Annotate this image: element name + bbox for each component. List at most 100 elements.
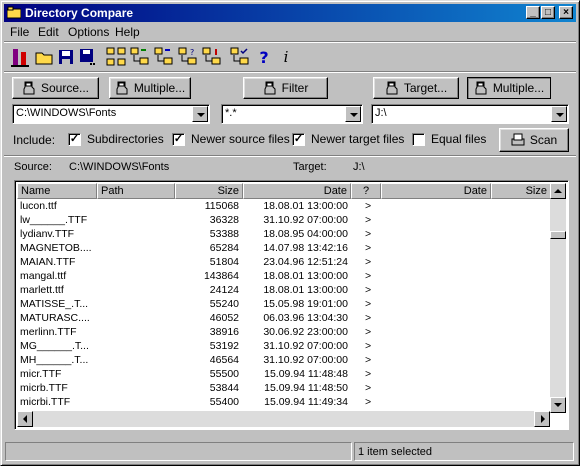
subdirectories-label: Subdirectories xyxy=(87,132,164,146)
tree-check-button[interactable] xyxy=(229,45,251,69)
save-button[interactable] xyxy=(55,45,77,69)
chevron-down-icon[interactable] xyxy=(192,106,208,122)
save-all-button[interactable] xyxy=(77,45,99,69)
source-button[interactable]: Source... xyxy=(12,77,99,99)
cell-name: marlett.ttf xyxy=(20,284,64,296)
table-row[interactable]: micrbi.TTF 55400 15.09.94 11:49:34 > xyxy=(17,396,550,409)
table-row[interactable]: merlinn.TTF 38916 30.06.92 23:00:00 > xyxy=(17,326,550,339)
scroll-right-button[interactable] xyxy=(534,411,550,427)
table-row[interactable]: lw______.TTF 36328 31.10.92 07:00:00 > xyxy=(17,214,550,227)
target-path-combo[interactable]: J:\ xyxy=(371,104,569,124)
cell-direction: > xyxy=(365,200,372,212)
tree-down-button[interactable] xyxy=(201,45,223,69)
vertical-scrollbar[interactable] xyxy=(550,183,566,413)
cell-size: 55400 xyxy=(209,396,239,408)
scan-button[interactable]: Scan xyxy=(499,128,569,152)
filter-combo[interactable]: *.* xyxy=(221,104,363,124)
minimize-button[interactable]: _ xyxy=(526,6,540,19)
column-header-path[interactable]: Path xyxy=(97,183,175,199)
column-header-target-size[interactable]: Size xyxy=(491,183,551,199)
cell-size: 46564 xyxy=(209,354,239,366)
menu-separator xyxy=(4,41,576,43)
compare-button[interactable] xyxy=(9,45,31,69)
maximize-button[interactable]: □ xyxy=(541,6,555,19)
table-row[interactable]: MATURASC.... 46052 06.03.96 13:04:30 > xyxy=(17,312,550,325)
cell-name: merlinn.TTF xyxy=(20,326,77,338)
tree-unknown-button[interactable]: ? xyxy=(177,45,199,69)
multiple-icon xyxy=(116,81,128,95)
help-button[interactable]: ? xyxy=(253,45,275,69)
arrow-left-icon xyxy=(23,415,27,423)
multiple-icon xyxy=(475,81,487,95)
cell-date: 18.08.01 13:00:00 xyxy=(263,284,348,296)
tree-left-button[interactable] xyxy=(129,45,151,69)
table-row[interactable]: MG______.T... 53192 31.10.92 07:00:00 > xyxy=(17,340,550,353)
table-row[interactable]: marlett.ttf 24124 18.08.01 13:00:00 > xyxy=(17,284,550,297)
menu-options[interactable]: Options xyxy=(68,25,109,39)
scroll-thumb[interactable] xyxy=(550,231,566,239)
open-button[interactable] xyxy=(33,45,55,69)
multiple-source-button[interactable]: Multiple... xyxy=(109,77,191,99)
tree-expand-button[interactable] xyxy=(105,45,127,69)
cell-name: lydianv.TTF xyxy=(20,228,75,240)
scan-button-label: Scan xyxy=(529,133,558,147)
newer-target-checkbox[interactable]: ✓ Newer target files xyxy=(292,132,404,146)
table-row[interactable]: lydianv.TTF 53388 18.08.95 04:00:00 > xyxy=(17,228,550,241)
filter-value: *.* xyxy=(225,107,237,119)
file-list[interactable]: Name Path Size Date ? Date Size lucon.tt… xyxy=(14,180,569,430)
cell-name: MATISSE_.T... xyxy=(20,298,89,310)
column-header-name[interactable]: Name xyxy=(17,183,97,199)
target-button[interactable]: Target... xyxy=(373,77,459,99)
table-row[interactable]: MH______.T... 46564 31.10.92 07:00:00 > xyxy=(17,354,550,367)
multiple-target-label: Multiple... xyxy=(492,81,545,95)
table-row[interactable]: mangal.ttf 143864 18.08.01 13:00:00 > xyxy=(17,270,550,283)
source-icon xyxy=(23,81,35,95)
horizontal-scrollbar[interactable] xyxy=(17,411,550,427)
arrow-up-icon xyxy=(554,189,562,193)
column-header-date[interactable]: Date xyxy=(243,183,351,199)
chevron-down-icon[interactable] xyxy=(551,106,567,122)
scroll-left-button[interactable] xyxy=(17,411,33,427)
menu-help[interactable]: Help xyxy=(115,25,140,39)
subdirectories-checkbox[interactable]: ✓ Subdirectories xyxy=(68,132,164,146)
cell-date: 18.08.95 04:00:00 xyxy=(263,228,348,240)
newer-target-label: Newer target files xyxy=(311,132,405,146)
cell-name: lucon.ttf xyxy=(20,200,57,212)
equal-files-checkbox[interactable]: Equal files xyxy=(412,132,486,146)
close-button[interactable]: × xyxy=(559,6,573,19)
cell-date: 30.06.92 23:00:00 xyxy=(263,326,348,338)
title-bar[interactable]: Directory Compare _ □ × xyxy=(4,4,576,22)
multiple-target-button[interactable]: Multiple... xyxy=(467,77,551,99)
table-row[interactable]: micr.TTF 55500 15.09.94 11:48:48 > xyxy=(17,368,550,381)
target-button-label: Target... xyxy=(403,81,448,95)
folder-app-icon xyxy=(7,6,21,19)
cell-direction: > xyxy=(365,214,372,226)
check-icon: ✓ xyxy=(292,132,305,146)
table-row[interactable]: micrb.TTF 53844 15.09.94 11:48:50 > xyxy=(17,382,550,395)
newer-source-checkbox[interactable]: ✓ Newer source files xyxy=(172,132,290,146)
table-row[interactable]: MAIAN.TTF 51804 23.04.96 12:51:24 > xyxy=(17,256,550,269)
column-header-target-date[interactable]: Date xyxy=(381,183,491,199)
menu-edit[interactable]: Edit xyxy=(38,25,59,39)
cell-direction: > xyxy=(365,284,372,296)
scroll-up-button[interactable] xyxy=(550,183,566,199)
newer-source-label: Newer source files xyxy=(191,132,290,146)
filter-button[interactable]: Filter xyxy=(243,77,328,99)
target-icon xyxy=(386,81,398,95)
info-button[interactable]: i xyxy=(275,45,297,69)
table-row[interactable]: lucon.ttf 115068 18.08.01 13:00:00 > xyxy=(17,200,550,213)
cell-name: lw______.TTF xyxy=(20,214,88,226)
window-title: Directory Compare xyxy=(25,6,134,20)
column-header-size[interactable]: Size xyxy=(175,183,243,199)
cell-direction: > xyxy=(365,270,372,282)
scroll-down-button[interactable] xyxy=(550,397,566,413)
menu-file[interactable]: File xyxy=(10,25,29,39)
cell-size: 115068 xyxy=(204,200,239,212)
table-row[interactable]: MAGNETOB.... 65284 14.07.98 13:42:16 > xyxy=(17,242,550,255)
tree-check-icon xyxy=(230,47,249,65)
tree-right-button[interactable] xyxy=(153,45,175,69)
table-row[interactable]: MATISSE_.T... 55240 15.05.98 19:01:00 > xyxy=(17,298,550,311)
source-path-combo[interactable]: C:\WINDOWS\Fonts xyxy=(12,104,210,124)
column-header-direction[interactable]: ? xyxy=(351,183,381,199)
chevron-down-icon[interactable] xyxy=(345,106,361,122)
